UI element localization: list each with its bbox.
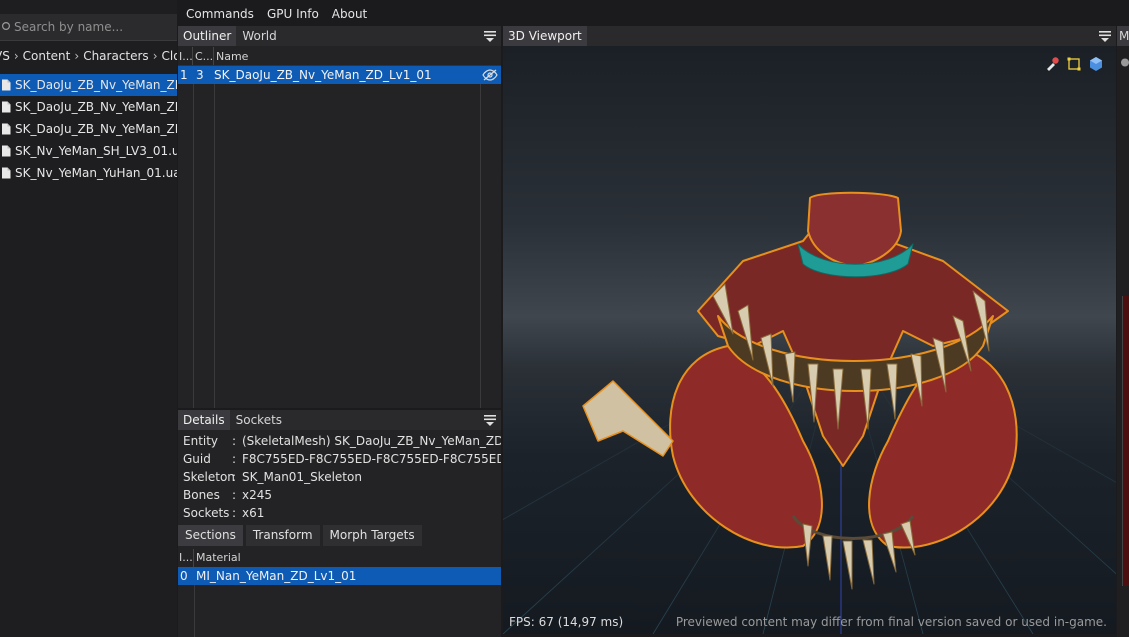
file-icon [2,167,11,179]
column-divider [480,66,481,408]
tab-right-panel[interactable]: M [1117,26,1129,46]
preview-note: Previewed content may differ from final … [675,615,1107,629]
column-material[interactable]: Material [194,549,241,567]
tab-outliner[interactable]: Outliner [178,26,237,46]
breadcrumb-item[interactable]: Clot [162,45,178,67]
tab-transform[interactable]: Transform [245,525,320,546]
menu-bar: Commands GPU Info About [177,2,1129,26]
panel-menu-icon[interactable] [483,413,497,427]
panel-menu-icon[interactable] [483,29,497,43]
material-row[interactable]: 0 MI_Nan_YeMan_ZD_Lv1_01 [178,567,501,585]
breadcrumb-item[interactable]: Content [23,45,71,67]
file-list-item[interactable]: SK_DaoJu_ZB_Nv_YeMan_ZD_Lv [0,74,177,96]
column-index[interactable]: I... [178,549,194,567]
prop-bones: Bones: x245 [183,488,273,502]
row-count: 3 [196,68,204,82]
row-index: 1 [180,68,188,82]
outliner-row[interactable]: 1 3 SK_DaoJu_ZB_Nv_YeMan_ZD_Lv1_01 [178,66,501,84]
panel-menu-icon[interactable] [1098,29,1112,43]
prop-value: x245 [242,488,273,502]
tab-morph-targets[interactable]: Morph Targets [322,525,422,546]
chevron-right-icon: › [152,49,158,63]
right-panel: M [1117,26,1129,637]
outliner-panel: Outliner World I... C... Name 1 3 SK_Dao… [178,26,501,408]
material-list: 0 MI_Nan_YeMan_ZD_Lv1_01 [178,567,501,637]
prop-guid: Guid: F8C755ED-F8C755ED-F8C755ED-F8C755ED [183,450,501,468]
prop-entity: Entity: (SkeletalMesh) SK_DaoJu_ZB_Nv_YeM… [183,432,501,450]
file-name: SK_DaoJu_ZB_Nv_YeMan_ZD_Lv [15,78,177,92]
chevron-right-icon: › [74,49,80,63]
file-list-item[interactable]: SK_DaoJu_ZB_Nv_YeMan_ZD_Lv [0,96,177,118]
file-icon [2,123,11,135]
breadcrumb-item[interactable]: VS [0,45,10,67]
outliner-header: I... C... Name [178,47,501,66]
column-count[interactable]: C... [193,47,214,65]
file-name: SK_Nv_YeMan_YuHan_01.uasset [15,166,177,180]
prop-key: Sockets [183,506,230,520]
prop-sockets: Sockets: x61 [183,506,265,520]
chevron-right-icon: › [13,49,19,63]
prop-value: x61 [242,506,265,520]
column-name[interactable]: Name [214,47,248,65]
tab-details[interactable]: Details [178,410,230,430]
column-divider [214,66,215,408]
file-list: SK_DaoJu_ZB_Nv_YeMan_ZD_Lv SK_DaoJu_ZB_N… [0,74,177,184]
content-browser: VS›Content›Characters›Clot SK_DaoJu_ZB_N… [0,0,177,637]
details-tabbar: Details Sockets [178,410,501,430]
menu-commands[interactable]: Commands [186,7,254,21]
column-divider [193,66,194,408]
file-icon [2,101,11,113]
search-icon [2,22,10,30]
file-name: SK_DaoJu_ZB_Nv_YeMan_ZD_Lv [15,100,177,114]
file-list-item[interactable]: SK_DaoJu_ZB_Nv_YeMan_ZD_Lv [0,118,177,140]
prop-key: Bones [183,488,220,502]
breadcrumb: VS›Content›Characters›Clot [0,45,177,67]
viewport-tabbar: 3D Viewport [503,26,1116,46]
prop-value: SK_Man01_Skeleton [242,470,362,484]
prop-value: F8C755ED-F8C755ED-F8C755ED-F8C755ED [242,452,501,466]
brush-icon[interactable] [1044,56,1060,72]
file-icon [2,79,11,91]
mesh-preview [503,191,1116,634]
settings-icon[interactable] [1120,58,1129,67]
file-list-item[interactable]: SK_Nv_YeMan_YuHan_01.uasset [0,162,177,184]
viewport-panel: 3D Viewport FPS: 67 (14,97 ms) Previewed… [503,26,1116,634]
prop-key: Skeleton [183,470,235,484]
search-input[interactable] [14,18,174,36]
search-box[interactable] [0,14,177,41]
tab-sections[interactable]: Sections [178,525,243,546]
tab-world[interactable]: World [237,26,282,46]
menu-about[interactable]: About [332,7,367,21]
file-list-item[interactable]: SK_Nv_YeMan_SH_LV3_01.uasset [0,140,177,162]
prop-key: Entity [183,434,219,448]
skeletal-mesh [582,191,1018,590]
prop-key: Guid [183,452,211,466]
file-name: SK_Nv_YeMan_SH_LV3_01.uasset [15,144,177,158]
outliner-list: 1 3 SK_DaoJu_ZB_Nv_YeMan_ZD_Lv1_01 [178,66,501,408]
viewport-canvas[interactable]: FPS: 67 (14,97 ms) Previewed content may… [503,46,1116,634]
row-index: 0 [180,569,188,583]
sections-tabbar: Sections Transform Morph Targets [178,525,501,546]
file-name: SK_DaoJu_ZB_Nv_YeMan_ZD_Lv [15,122,177,136]
file-icon [2,145,11,157]
menu-gpu-info[interactable]: GPU Info [267,7,319,21]
outliner-tabbar: Outliner World [178,26,501,46]
cube-icon[interactable] [1088,56,1104,72]
column-index[interactable]: I... [178,47,193,65]
breadcrumb-item[interactable]: Characters [83,45,149,67]
eye-off-icon[interactable] [482,69,498,81]
tab-sockets[interactable]: Sockets [230,410,288,430]
material-preview [1122,296,1129,586]
tab-3d-viewport[interactable]: 3D Viewport [503,26,587,46]
bounds-icon[interactable] [1066,56,1082,72]
prop-value: (SkeletalMesh) SK_DaoJu_ZB_Nv_YeMan_ZD_L… [242,434,501,448]
row-material-name: MI_Nan_YeMan_ZD_Lv1_01 [196,569,357,583]
material-header: I... Material [178,549,501,567]
fps-counter: FPS: 67 (14,97 ms) [509,615,624,629]
prop-skeleton: Skeleton: SK_Man01_Skeleton [183,470,362,484]
details-panel: Details Sockets Entity: (SkeletalMesh) SK… [178,410,501,637]
row-name: SK_DaoJu_ZB_Nv_YeMan_ZD_Lv1_01 [214,68,432,82]
